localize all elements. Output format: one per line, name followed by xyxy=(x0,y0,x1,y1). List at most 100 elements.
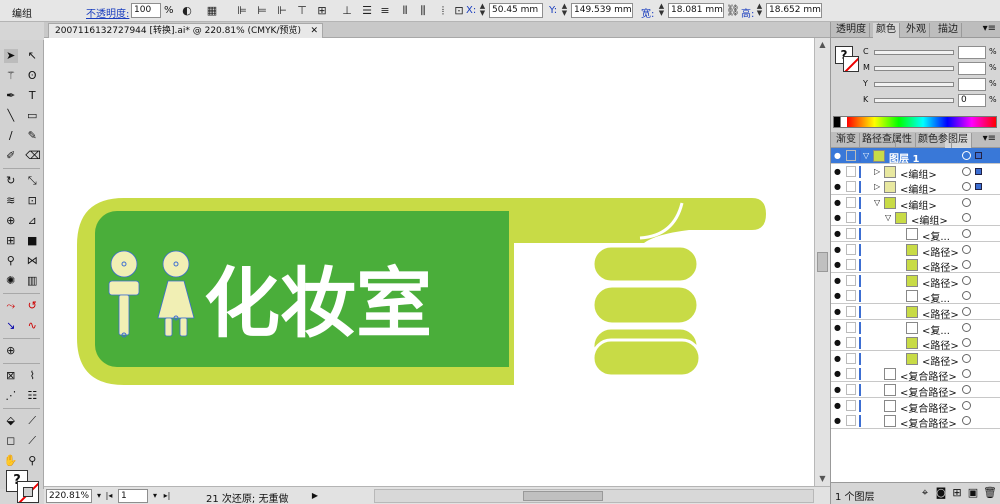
zoom-field[interactable]: 220.81% xyxy=(46,489,92,503)
rectangle-tool-icon[interactable]: ▭ xyxy=(25,109,39,123)
y-input[interactable]: 149.539 mm xyxy=(571,3,633,18)
color-panel-tab[interactable]: 颜色 xyxy=(873,23,900,38)
sublayer-row[interactable]: ● <复合路径> xyxy=(831,366,1000,383)
visibility-eye-icon[interactable]: ● xyxy=(834,198,842,206)
visibility-eye-icon[interactable]: ● xyxy=(834,230,842,238)
expand-arrow-icon[interactable]: ▷ xyxy=(874,182,880,191)
line-tool-icon[interactable]: ╲ xyxy=(4,109,18,123)
slice-tool-icon[interactable]: ⌇ xyxy=(25,369,39,383)
target-circle-icon[interactable] xyxy=(962,291,971,301)
target-circle-icon[interactable] xyxy=(962,260,971,270)
status-menu-icon[interactable]: ▶ xyxy=(310,489,320,503)
lock-toggle[interactable] xyxy=(846,243,856,255)
next-artboard-icon[interactable]: ▸| xyxy=(162,489,172,503)
lock-toggle[interactable] xyxy=(846,290,856,302)
visibility-eye-icon[interactable]: ● xyxy=(834,386,842,394)
blend-tool-icon[interactable]: ⋈ xyxy=(25,254,39,268)
target-circle-icon[interactable] xyxy=(962,275,971,285)
height-spinner-icon[interactable]: ▲ ▼ xyxy=(755,3,764,18)
target-circle-icon[interactable] xyxy=(962,197,971,207)
reference-point-icon[interactable]: ⊡ xyxy=(452,3,466,18)
target-circle-icon[interactable] xyxy=(962,151,971,160)
visibility-eye-icon[interactable]: ● xyxy=(834,261,842,269)
color-value-input[interactable]: 0 xyxy=(958,94,986,107)
lock-toggle[interactable] xyxy=(846,181,856,193)
align-top-icon[interactable]: ⊤ xyxy=(295,3,309,18)
delete-layer-icon[interactable]: 🗑 xyxy=(983,487,997,499)
x-spinner-icon[interactable]: ▲ ▼ xyxy=(478,3,487,18)
sublayer-row[interactable]: ● <路径> xyxy=(831,350,1000,368)
lock-toggle[interactable] xyxy=(846,274,856,286)
lock-toggle[interactable] xyxy=(846,196,856,208)
visibility-eye-icon[interactable]: ● xyxy=(834,339,842,347)
visibility-eye-icon[interactable]: ● xyxy=(834,308,842,316)
align-middle-icon[interactable]: ⊞ xyxy=(315,3,329,18)
direct-selection-tool-icon[interactable]: ↖ xyxy=(25,49,39,63)
constrain-proportions-icon[interactable]: ⛓ xyxy=(726,3,740,18)
graph-tool-icon[interactable]: ▥ xyxy=(25,274,39,288)
target-circle-icon[interactable] xyxy=(962,307,971,316)
warp-tool-icon[interactable]: ≋ xyxy=(4,194,18,208)
close-tab-icon[interactable]: ✕ xyxy=(310,24,318,38)
live-paint-bucket-icon[interactable]: ⬙ xyxy=(4,414,18,428)
anchor-point-tool-icon[interactable]: ↘ xyxy=(4,319,18,333)
eyedropper-tool-icon[interactable]: ⚲ xyxy=(4,254,18,268)
lock-toggle[interactable] xyxy=(846,352,856,364)
live-paint-tool-icon[interactable]: ⋰ xyxy=(4,389,18,403)
distribute-top-icon[interactable]: ☰ xyxy=(360,3,374,18)
clipping-mask-icon[interactable]: ◙ xyxy=(935,487,947,499)
visibility-eye-icon[interactable]: ● xyxy=(834,401,842,409)
sublayer-row[interactable]: ● <复... xyxy=(831,288,1000,305)
artboard-number-field[interactable]: 1 xyxy=(118,489,148,503)
align-grid-icon[interactable]: ▦ xyxy=(205,3,219,18)
lock-toggle[interactable] xyxy=(846,368,856,380)
color-value-input[interactable] xyxy=(958,62,986,75)
visibility-eye-icon[interactable]: ● xyxy=(834,214,842,222)
visibility-eye-icon[interactable]: ● xyxy=(834,245,842,253)
visibility-eye-icon[interactable]: ● xyxy=(834,417,842,425)
sublayer-row[interactable]: ● <复合路径> xyxy=(831,382,1000,399)
sublayer-row[interactable]: ● <路径> xyxy=(831,257,1000,274)
rotate-tool-icon[interactable]: ↻ xyxy=(4,174,18,188)
align-center-icon[interactable]: ⊨ xyxy=(255,3,269,18)
lock-toggle[interactable] xyxy=(846,321,856,333)
document-tab[interactable]: 2007116132727944 [转换].ai* @ 220.81% (CMY… xyxy=(48,23,323,38)
layers-panel-tab[interactable]: 渐变 xyxy=(833,133,860,148)
target-circle-icon[interactable] xyxy=(962,166,971,176)
sublayer-row[interactable]: ● <路径> xyxy=(831,304,1000,321)
lock-toggle[interactable] xyxy=(846,306,856,317)
visibility-eye-icon[interactable]: ● xyxy=(834,276,842,284)
target-circle-icon[interactable] xyxy=(962,229,971,238)
gradient-tool-icon[interactable]: ■ xyxy=(25,234,39,248)
mesh-tool-icon[interactable]: ⊞ xyxy=(4,234,18,248)
lock-toggle[interactable] xyxy=(846,415,856,427)
stroke-color-swatch[interactable] xyxy=(17,481,39,503)
distribute-h-icon[interactable]: ⦀ xyxy=(398,3,412,18)
first-artboard-icon[interactable]: |◂ xyxy=(104,489,114,503)
horizontal-scroll-thumb[interactable] xyxy=(523,491,603,501)
opacity-label[interactable]: 不透明度: xyxy=(86,5,129,20)
lock-toggle[interactable] xyxy=(846,399,856,411)
color-slider-track[interactable] xyxy=(874,50,954,55)
vertical-scrollbar[interactable]: ▲ ▼ xyxy=(814,38,830,486)
selection-tool-icon[interactable]: ➤ xyxy=(3,49,18,63)
blob-brush-tool-icon[interactable]: ✐ xyxy=(4,149,18,163)
paintbrush-tool-icon[interactable]: ∕ xyxy=(4,129,18,143)
color-panel-tab[interactable]: 透明度 xyxy=(833,23,870,38)
visibility-eye-icon[interactable]: ● xyxy=(834,167,842,175)
target-circle-icon[interactable] xyxy=(962,416,971,426)
free-transform-tool-icon[interactable]: ⊡ xyxy=(25,194,39,208)
sublayer-row[interactable]: ● ▽ <编组> xyxy=(831,194,1000,212)
locate-object-icon[interactable]: ⌖ xyxy=(919,487,931,499)
color-slider-track[interactable] xyxy=(874,66,954,71)
crosshair-tool-icon[interactable]: ⊕ xyxy=(4,344,18,358)
target-circle-icon[interactable] xyxy=(962,353,971,363)
lasso-tool-icon[interactable]: ʘ xyxy=(25,69,39,83)
color-panel-menu-icon[interactable]: ▾≡ xyxy=(983,23,996,34)
target-circle-icon[interactable] xyxy=(962,182,971,192)
lock-toggle[interactable] xyxy=(846,228,856,239)
layers-panel-tab[interactable]: 路径查 xyxy=(859,133,896,148)
visibility-eye-icon[interactable]: ● xyxy=(834,152,842,160)
sublayer-row[interactable]: ● ▽ <编组> xyxy=(831,210,1000,227)
knife-tool-icon[interactable]: ⟋ xyxy=(25,434,39,448)
